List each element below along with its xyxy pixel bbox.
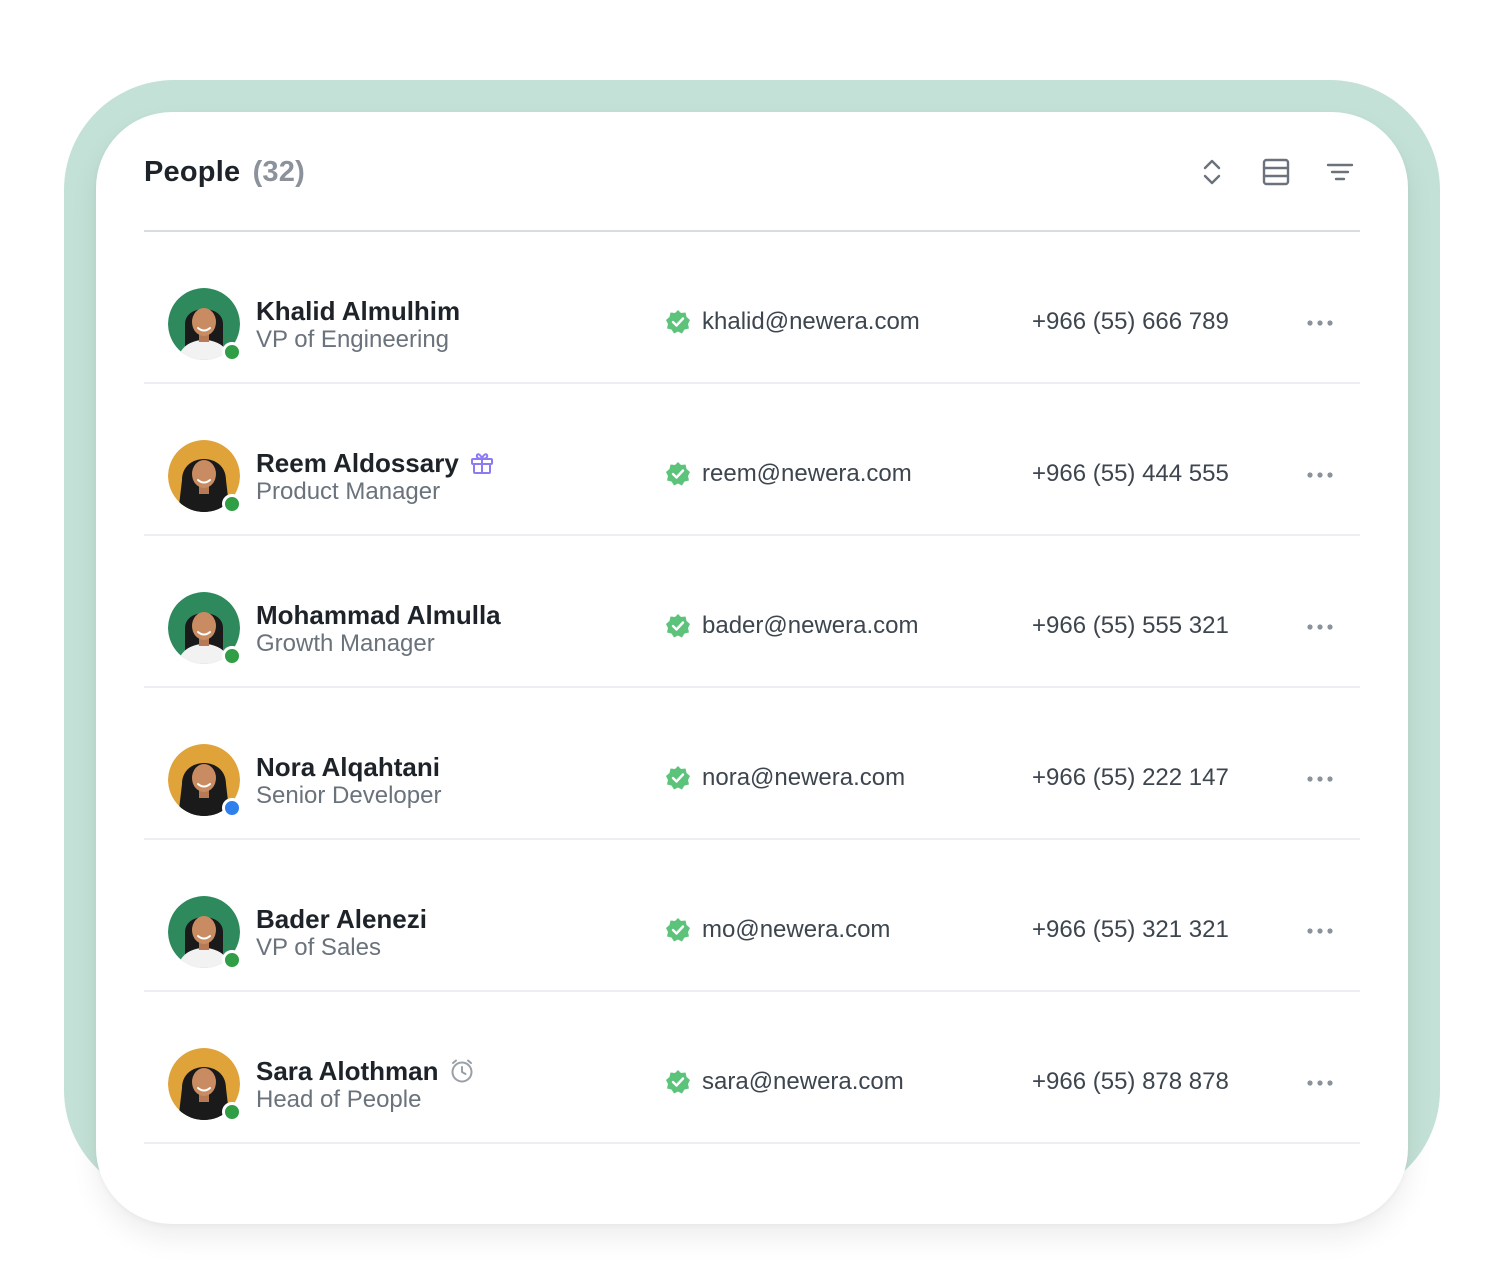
person-info: Reem Aldossary Product Manager xyxy=(256,448,495,506)
sort-icon xyxy=(1203,159,1221,185)
people-count: (32) xyxy=(252,155,305,188)
person-role: Head of People xyxy=(256,1086,422,1113)
more-icon xyxy=(1307,472,1333,478)
email-cell: khalid@newera.com xyxy=(664,308,920,336)
table-view-icon xyxy=(1262,158,1290,186)
more-options-button[interactable] xyxy=(1302,1068,1338,1098)
avatar[interactable] xyxy=(168,896,242,970)
person-name: Bader Alenezi xyxy=(256,903,427,934)
person-info: Mohammad Almulla Growth Manager xyxy=(256,600,501,658)
card-header: People (32) xyxy=(144,152,1360,192)
sort-button[interactable] xyxy=(1194,154,1230,190)
list-item[interactable]: Bader Alenezi VP of Sales mo@newera.com … xyxy=(144,840,1360,992)
email-cell: sara@newera.com xyxy=(664,1068,904,1096)
filter-button[interactable] xyxy=(1322,154,1358,190)
person-info: Nora Alqahtani Senior Developer xyxy=(256,752,441,810)
person-info: Khalid Almulhim VP of Engineering xyxy=(256,296,460,354)
person-phone[interactable]: +966 (55) 878 878 xyxy=(1032,1068,1229,1096)
gift-icon xyxy=(470,453,493,474)
email-cell: mo@newera.com xyxy=(664,916,890,944)
person-role: Growth Manager xyxy=(256,630,435,657)
verified-icon xyxy=(666,614,690,638)
more-icon xyxy=(1307,320,1333,326)
person-email[interactable]: mo@newera.com xyxy=(702,916,890,944)
table-view-button[interactable] xyxy=(1258,154,1294,190)
person-name: Sara Alothman xyxy=(256,1055,439,1086)
avatar[interactable] xyxy=(168,288,242,362)
person-phone[interactable]: +966 (55) 444 555 xyxy=(1032,460,1229,488)
person-info: Sara Alothman Head of People xyxy=(256,1056,475,1114)
more-icon xyxy=(1307,776,1333,782)
people-card: People (32) Khalid Almulhim VP of Engine… xyxy=(96,112,1408,1224)
person-name: Nora Alqahtani xyxy=(256,751,440,782)
clock-badge xyxy=(449,1058,475,1084)
list-item[interactable]: Sara Alothman Head of People sara@newera… xyxy=(144,992,1360,1144)
person-email[interactable]: bader@newera.com xyxy=(702,612,918,640)
list-item[interactable]: Khalid Almulhim VP of Engineering khalid… xyxy=(144,232,1360,384)
email-cell: reem@newera.com xyxy=(664,460,912,488)
list-item[interactable]: Nora Alqahtani Senior Developer nora@new… xyxy=(144,688,1360,840)
person-name: Khalid Almulhim xyxy=(256,295,461,326)
people-list: Khalid Almulhim VP of Engineering khalid… xyxy=(144,232,1360,1144)
person-role: Product Manager xyxy=(256,478,441,505)
person-email[interactable]: reem@newera.com xyxy=(702,460,912,488)
list-item[interactable]: Mohammad Almulla Growth Manager bader@ne… xyxy=(144,536,1360,688)
more-options-button[interactable] xyxy=(1302,764,1338,794)
verified-icon xyxy=(666,766,690,790)
verified-icon xyxy=(666,310,690,334)
gift-badge xyxy=(469,450,495,476)
status-indicator xyxy=(222,494,242,514)
avatar[interactable] xyxy=(168,744,242,818)
status-indicator xyxy=(222,950,242,970)
more-icon xyxy=(1307,624,1333,630)
more-options-button[interactable] xyxy=(1302,916,1338,946)
more-icon xyxy=(1307,1080,1333,1086)
verified-icon xyxy=(666,462,690,486)
person-phone[interactable]: +966 (55) 555 321 xyxy=(1032,612,1229,640)
title-label: People xyxy=(144,155,241,188)
clock-icon xyxy=(451,1059,473,1083)
avatar[interactable] xyxy=(168,440,242,514)
filter-icon xyxy=(1326,163,1354,181)
header-toolbar xyxy=(1194,154,1358,190)
email-cell: nora@newera.com xyxy=(664,764,905,792)
person-name: Reem Aldossary xyxy=(256,447,459,478)
status-indicator xyxy=(222,342,242,362)
status-indicator xyxy=(222,646,242,666)
verified-icon xyxy=(666,1070,690,1094)
person-info: Bader Alenezi VP of Sales xyxy=(256,904,427,962)
person-role: VP of Engineering xyxy=(256,326,450,353)
page-title: People (32) xyxy=(144,156,305,189)
more-options-button[interactable] xyxy=(1302,612,1338,642)
person-role: Senior Developer xyxy=(256,782,442,809)
person-email[interactable]: khalid@newera.com xyxy=(702,308,920,336)
person-phone[interactable]: +966 (55) 321 321 xyxy=(1032,916,1229,944)
person-name: Mohammad Almulla xyxy=(256,599,501,630)
more-options-button[interactable] xyxy=(1302,460,1338,490)
list-item[interactable]: Reem Aldossary Product Manager reem@newe… xyxy=(144,384,1360,536)
person-phone[interactable]: +966 (55) 666 789 xyxy=(1032,308,1229,336)
person-email[interactable]: sara@newera.com xyxy=(702,1068,904,1096)
avatar[interactable] xyxy=(168,1048,242,1122)
avatar[interactable] xyxy=(168,592,242,666)
more-options-button[interactable] xyxy=(1302,308,1338,338)
verified-icon xyxy=(666,918,690,942)
person-email[interactable]: nora@newera.com xyxy=(702,764,905,792)
status-indicator xyxy=(222,1102,242,1122)
status-indicator xyxy=(222,798,242,818)
more-icon xyxy=(1307,928,1333,934)
email-cell: bader@newera.com xyxy=(664,612,918,640)
person-phone[interactable]: +966 (55) 222 147 xyxy=(1032,764,1229,792)
person-role: VP of Sales xyxy=(256,934,381,961)
